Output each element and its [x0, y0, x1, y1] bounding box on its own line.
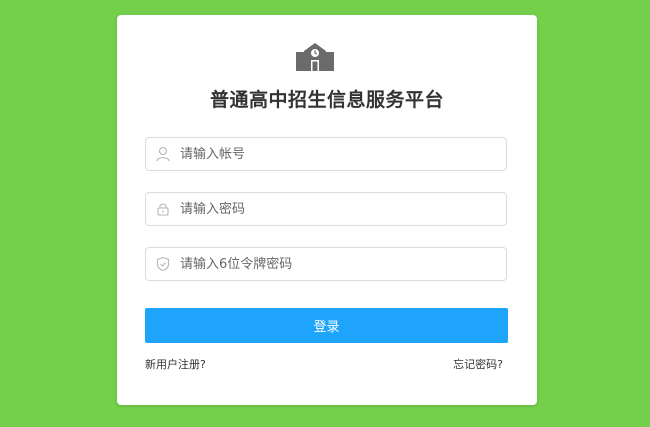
token-input[interactable]	[180, 248, 498, 280]
password-input[interactable]	[180, 193, 498, 225]
register-link[interactable]: 新用户注册?	[145, 356, 206, 372]
shield-icon	[156, 256, 170, 272]
page-title: 普通高中招生信息服务平台	[209, 89, 444, 111]
login-card: 普通高中招生信息服务平台 登录 新用户注册? 忘记密码?	[117, 15, 537, 405]
login-button[interactable]: 登录	[145, 308, 508, 343]
password-field[interactable]	[145, 192, 507, 226]
user-icon	[156, 146, 170, 162]
forgot-password-link[interactable]: 忘记密码?	[453, 356, 503, 372]
account-input[interactable]	[180, 138, 498, 170]
account-field[interactable]	[145, 137, 507, 171]
lock-icon	[157, 203, 169, 216]
school-building-icon	[296, 43, 334, 71]
token-field[interactable]	[145, 247, 507, 281]
